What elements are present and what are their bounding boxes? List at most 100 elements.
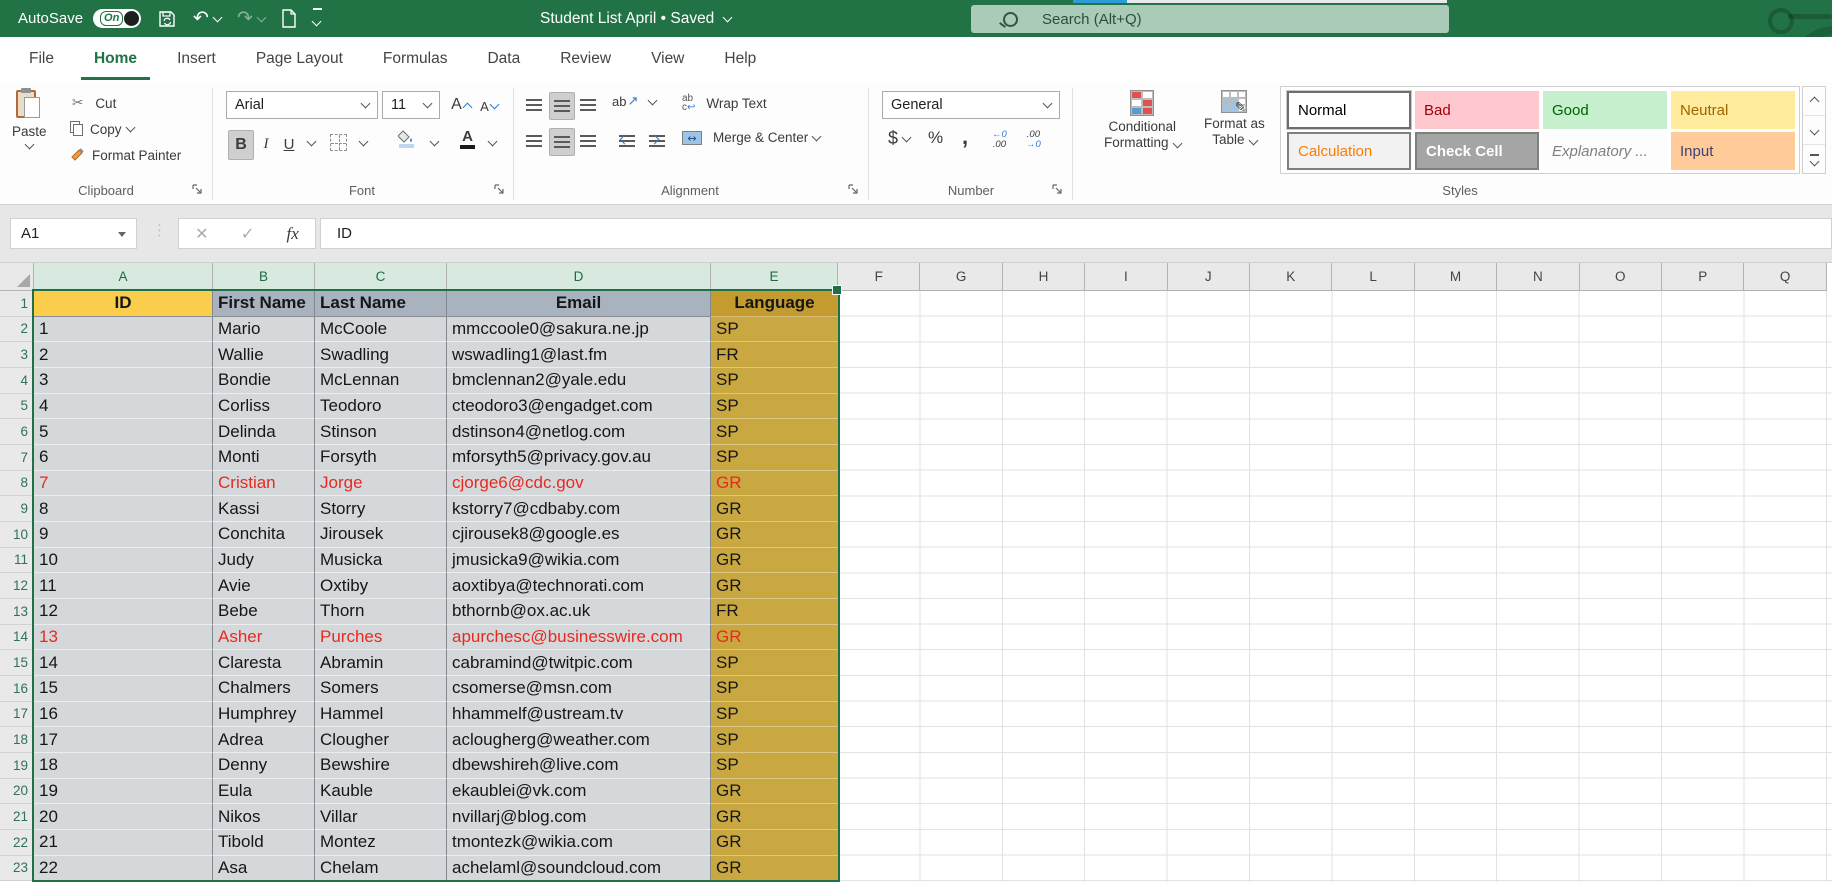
row-header-17[interactable]: 17	[0, 702, 34, 728]
align-right-button[interactable]	[576, 128, 600, 154]
cell-D14[interactable]: apurchesc@businesswire.com	[447, 625, 711, 651]
cell-E19[interactable]: SP	[711, 753, 838, 779]
cell-E23[interactable]: GR	[711, 856, 838, 882]
tab-review[interactable]: Review	[547, 39, 624, 80]
cell-B15[interactable]: Claresta	[213, 650, 315, 676]
cell-D15[interactable]: cabramind@twitpic.com	[447, 650, 711, 676]
cell-E12[interactable]: GR	[711, 573, 838, 599]
row-header-20[interactable]: 20	[0, 779, 34, 805]
cell-C10[interactable]: Jirousek	[315, 522, 447, 548]
comma-style-button[interactable]: ,	[962, 124, 968, 150]
insert-function-button[interactable]: fx	[287, 224, 299, 244]
cell-A17[interactable]: 16	[34, 702, 213, 728]
cell-C3[interactable]: Swadling	[315, 342, 447, 368]
name-box-dropdown-icon[interactable]	[118, 232, 126, 237]
column-header-E[interactable]: E	[711, 263, 838, 291]
tab-page-layout[interactable]: Page Layout	[243, 39, 356, 80]
clipboard-dialog-launcher[interactable]	[192, 184, 205, 197]
cell-A13[interactable]: 12	[34, 599, 213, 625]
row-header-3[interactable]: 3	[0, 342, 34, 368]
cell-D11[interactable]: jmusicka9@wikia.com	[447, 548, 711, 574]
row-header-2[interactable]: 2	[0, 317, 34, 343]
tab-data[interactable]: Data	[474, 39, 533, 80]
cell-C20[interactable]: Kauble	[315, 779, 447, 805]
increase-font-button[interactable]: A	[448, 91, 474, 119]
orientation-dropdown-icon[interactable]	[648, 95, 658, 105]
align-left-button[interactable]	[522, 128, 546, 154]
cell-D13[interactable]: bthornb@ox.ac.uk	[447, 599, 711, 625]
style-calculation[interactable]: Calculation	[1287, 132, 1411, 170]
cell-A15[interactable]: 14	[34, 650, 213, 676]
row-header-10[interactable]: 10	[0, 522, 34, 548]
cell-A21[interactable]: 20	[34, 804, 213, 830]
column-header-J[interactable]: J	[1168, 263, 1250, 291]
row-header-21[interactable]: 21	[0, 804, 34, 830]
cell-A18[interactable]: 17	[34, 727, 213, 753]
cell-D4[interactable]: bmclennan2@yale.edu	[447, 368, 711, 394]
merge-center-dropdown-icon[interactable]	[812, 131, 822, 141]
cell-B6[interactable]: Delinda	[213, 419, 315, 445]
cell-A1[interactable]: ID	[34, 291, 213, 317]
cell-D12[interactable]: aoxtibya@technorati.com	[447, 573, 711, 599]
cell-D8[interactable]: cjorge6@cdc.gov	[447, 471, 711, 497]
column-header-Q[interactable]: Q	[1744, 263, 1826, 291]
redo-dropdown-icon[interactable]	[256, 12, 266, 22]
cell-E15[interactable]: SP	[711, 650, 838, 676]
cell-E20[interactable]: GR	[711, 779, 838, 805]
cell-C17[interactable]: Hammel	[315, 702, 447, 728]
cell-B22[interactable]: Tibold	[213, 830, 315, 856]
customize-qat-button[interactable]	[313, 8, 322, 30]
cell-E8[interactable]: GR	[711, 471, 838, 497]
cell-E2[interactable]: SP	[711, 317, 838, 343]
cell-D18[interactable]: aclougherg@weather.com	[447, 727, 711, 753]
row-header-8[interactable]: 8	[0, 471, 34, 497]
cell-B7[interactable]: Monti	[213, 445, 315, 471]
style-good[interactable]: Good	[1543, 91, 1667, 129]
italic-button[interactable]: I	[256, 130, 276, 158]
font-dialog-launcher[interactable]	[494, 184, 507, 197]
style-bad[interactable]: Bad	[1415, 91, 1539, 129]
borders-button[interactable]	[330, 134, 347, 151]
formula-input[interactable]: ID	[320, 218, 1832, 249]
orientation-button[interactable]: ab↗	[612, 94, 656, 109]
select-all-corner[interactable]	[0, 263, 34, 291]
column-header-K[interactable]: K	[1250, 263, 1332, 291]
currency-dropdown-icon[interactable]	[902, 132, 912, 142]
number-dialog-launcher[interactable]	[1052, 184, 1065, 197]
tab-help[interactable]: Help	[711, 39, 769, 80]
cell-B9[interactable]: Kassi	[213, 496, 315, 522]
gallery-scroll-up-button[interactable]	[1803, 87, 1825, 116]
percent-button[interactable]: %	[928, 128, 943, 148]
cell-C13[interactable]: Thorn	[315, 599, 447, 625]
cell-B21[interactable]: Nikos	[213, 804, 315, 830]
decrease-indent-button[interactable]	[610, 128, 636, 154]
cell-C16[interactable]: Somers	[315, 676, 447, 702]
cell-C8[interactable]: Jorge	[315, 471, 447, 497]
tab-home[interactable]: Home	[81, 39, 150, 80]
cell-B23[interactable]: Asa	[213, 856, 315, 882]
row-header-15[interactable]: 15	[0, 650, 34, 676]
align-top-button[interactable]	[522, 92, 546, 118]
save-button[interactable]	[157, 9, 177, 29]
underline-dropdown-icon[interactable]	[307, 137, 317, 147]
cell-B17[interactable]: Humphrey	[213, 702, 315, 728]
font-size-dropdown-icon[interactable]	[423, 99, 433, 109]
cell-A14[interactable]: 13	[34, 625, 213, 651]
cell-D22[interactable]: tmontezk@wikia.com	[447, 830, 711, 856]
number-format-combo[interactable]: General	[882, 91, 1060, 119]
font-color-button[interactable]: A	[460, 130, 475, 149]
column-header-A[interactable]: A	[34, 263, 213, 291]
merge-center-button[interactable]: ↔ Merge & Center	[682, 130, 820, 145]
cell-B2[interactable]: Mario	[213, 317, 315, 343]
row-header-22[interactable]: 22	[0, 830, 34, 856]
copy-dropdown-icon[interactable]	[125, 123, 135, 133]
cell-C9[interactable]: Storry	[315, 496, 447, 522]
currency-button[interactable]: $	[888, 128, 910, 149]
cell-D3[interactable]: wswadling1@last.fm	[447, 342, 711, 368]
cell-E5[interactable]: SP	[711, 394, 838, 420]
paste-button[interactable]: Paste	[12, 88, 47, 148]
column-header-M[interactable]: M	[1415, 263, 1497, 291]
cell-B12[interactable]: Avie	[213, 573, 315, 599]
cell-A6[interactable]: 5	[34, 419, 213, 445]
style-check-cell[interactable]: Check Cell	[1415, 132, 1539, 170]
